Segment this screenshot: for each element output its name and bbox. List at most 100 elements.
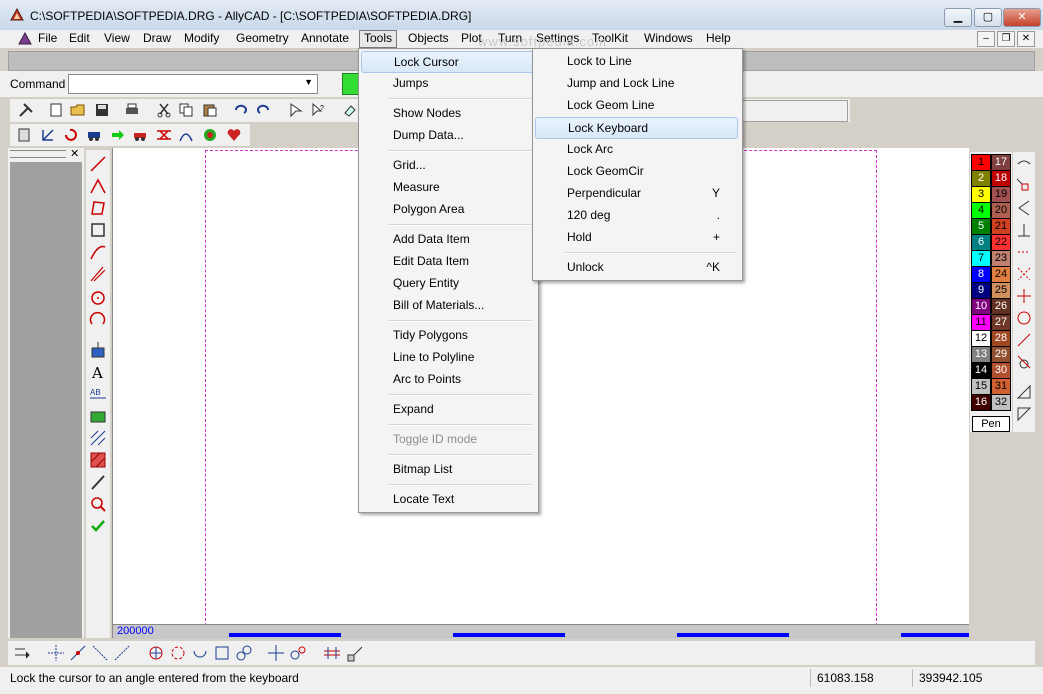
menu-draw[interactable]: Draw: [139, 30, 175, 48]
arc-tool-icon[interactable]: [88, 310, 108, 330]
double-line-tool-icon[interactable]: [88, 264, 108, 284]
snap-quadrant-icon[interactable]: [168, 643, 188, 663]
snap-slope-icon[interactable]: [68, 643, 88, 663]
color-swatch-10[interactable]: 10: [971, 298, 991, 315]
menu-item-bill-of-materials[interactable]: Bill of Materials...: [361, 295, 566, 315]
menu-item-perpendicular[interactable]: Perpendicular Y: [535, 183, 738, 203]
snap-circles-icon[interactable]: [288, 643, 308, 663]
color-swatch-24[interactable]: 24: [991, 266, 1011, 283]
menu-item-line-to-polyline[interactable]: Line to Polyline: [361, 347, 566, 367]
color-swatch-6[interactable]: 6: [971, 234, 991, 251]
open-folder-icon[interactable]: [68, 100, 88, 120]
color-swatch-18[interactable]: 18: [991, 170, 1011, 187]
menu-help[interactable]: Help: [702, 30, 735, 48]
snap-point-icon[interactable]: [46, 643, 66, 663]
select-arrow-icon[interactable]: [286, 100, 306, 120]
spline-tool-icon[interactable]: [88, 242, 108, 262]
snap-nearest-icon[interactable]: [234, 643, 254, 663]
color-swatch-26[interactable]: 26: [991, 298, 1011, 315]
dimension-tool-icon[interactable]: AB: [88, 384, 108, 404]
eraser-icon[interactable]: [340, 100, 360, 120]
color-swatch-19[interactable]: 19: [991, 186, 1011, 203]
command-input[interactable]: ▼: [68, 74, 318, 94]
mdi-minimize-button[interactable]: –: [977, 31, 995, 47]
green-arrow-icon[interactable]: [108, 125, 128, 145]
snap-cross-icon[interactable]: [266, 643, 286, 663]
redo-icon[interactable]: [254, 100, 274, 120]
menu-geometry[interactable]: Geometry: [232, 30, 293, 48]
color-swatch-13[interactable]: 13: [971, 346, 991, 363]
color-swatch-28[interactable]: 28: [991, 330, 1011, 347]
chevron-down-icon[interactable]: ▼: [304, 77, 313, 87]
pen-button[interactable]: Pen: [972, 416, 1010, 432]
checkmark-icon[interactable]: [88, 516, 108, 536]
symbol-tool-icon[interactable]: [88, 340, 108, 360]
snap-tangent-icon[interactable]: [1014, 352, 1034, 372]
menu-modify[interactable]: Modify: [180, 30, 223, 48]
circle-tool-icon[interactable]: [88, 288, 108, 308]
vehicle-icon[interactable]: [84, 125, 104, 145]
heart-icon[interactable]: [224, 125, 244, 145]
hatch-pattern-icon[interactable]: [88, 428, 108, 448]
car-icon[interactable]: [130, 125, 150, 145]
color-swatch-15[interactable]: 15: [971, 378, 991, 395]
rotate-arrow-icon[interactable]: [38, 125, 58, 145]
color-swatch-31[interactable]: 31: [991, 378, 1011, 395]
menu-view[interactable]: View: [100, 30, 134, 48]
color-swatch-12[interactable]: 12: [971, 330, 991, 347]
menu-item-tidy-polygons[interactable]: Tidy Polygons: [361, 325, 566, 345]
snap-center-icon[interactable]: [146, 643, 166, 663]
color-swatch-14[interactable]: 14: [971, 362, 991, 379]
snap-diag2-icon[interactable]: [112, 643, 132, 663]
traffic-icon[interactable]: [200, 125, 220, 145]
snap-arc-icon[interactable]: [190, 643, 210, 663]
polyline-tool-icon[interactable]: [88, 176, 108, 196]
menu-objects[interactable]: Objects: [404, 30, 453, 48]
menu-annotate[interactable]: Annotate: [297, 30, 353, 48]
menu-item-unlock[interactable]: Unlock ^K: [535, 257, 738, 277]
color-swatch-27[interactable]: 27: [991, 314, 1011, 331]
snap-angle-icon[interactable]: [1014, 198, 1034, 218]
menu-item-lock-geom-line[interactable]: Lock Geom Line: [535, 95, 738, 115]
menu-item-lock-keyboard[interactable]: Lock Keyboard: [535, 117, 738, 139]
color-swatch-7[interactable]: 7: [971, 250, 991, 267]
calculator-icon[interactable]: [14, 125, 34, 145]
bridge-icon[interactable]: [154, 125, 174, 145]
minimize-button[interactable]: ▁: [944, 8, 972, 27]
pointer-tool-icon[interactable]: [88, 472, 108, 492]
color-swatch-20[interactable]: 20: [991, 202, 1011, 219]
color-swatch-1[interactable]: 1: [971, 154, 991, 171]
triangle-icon[interactable]: [1014, 382, 1034, 402]
color-swatch-23[interactable]: 23: [991, 250, 1011, 267]
color-swatch-29[interactable]: 29: [991, 346, 1011, 363]
color-swatch-4[interactable]: 4: [971, 202, 991, 219]
menu-item-jump-and-lock-line[interactable]: Jump and Lock Line: [535, 73, 738, 93]
snap-grid-icon[interactable]: [322, 643, 342, 663]
paste-icon[interactable]: [200, 100, 220, 120]
close-icon[interactable]: ✕: [70, 147, 79, 160]
snap-mid-icon[interactable]: [1014, 242, 1034, 262]
menu-item-locate-text[interactable]: Locate Text: [361, 489, 566, 509]
mdi-restore-button[interactable]: ❐: [997, 31, 1015, 47]
print-icon[interactable]: [122, 100, 142, 120]
rectangle-tool-icon[interactable]: [88, 220, 108, 240]
color-swatch-11[interactable]: 11: [971, 314, 991, 331]
color-swatch-30[interactable]: 30: [991, 362, 1011, 379]
color-swatch-22[interactable]: 22: [991, 234, 1011, 251]
snap-corner-icon[interactable]: [1014, 176, 1034, 196]
menu-item-lock-to-line[interactable]: Lock to Line: [535, 51, 738, 71]
color-swatch-5[interactable]: 5: [971, 218, 991, 235]
query-arrow-icon[interactable]: ?: [308, 100, 328, 120]
cut-icon[interactable]: [154, 100, 174, 120]
mdi-close-button[interactable]: ✕: [1017, 31, 1035, 47]
close-button[interactable]: ✕: [1003, 8, 1041, 27]
text-tool-icon[interactable]: A: [88, 362, 108, 382]
zoom-icon[interactable]: [88, 494, 108, 514]
color-swatch-8[interactable]: 8: [971, 266, 991, 283]
layer-tool-icon[interactable]: [88, 406, 108, 426]
line-tool-icon[interactable]: [88, 154, 108, 174]
color-swatch-2[interactable]: 2: [971, 170, 991, 187]
menu-item-120-deg[interactable]: 120 deg.: [535, 205, 738, 225]
menu-tools[interactable]: Tools: [359, 30, 398, 48]
maximize-button[interactable]: ▢: [974, 8, 1002, 27]
